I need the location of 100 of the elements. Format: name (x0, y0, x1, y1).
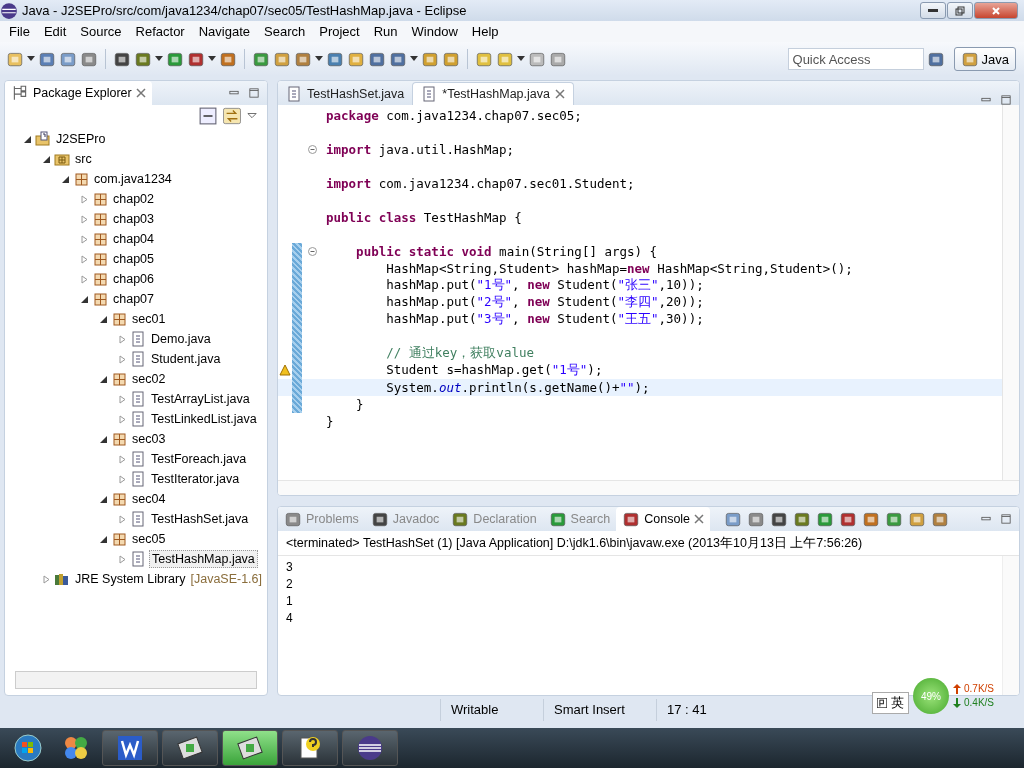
tree-item[interactable]: TestHashSet.java (149, 511, 251, 527)
tree-item[interactable]: src (73, 151, 94, 167)
collapsed-arrow-icon[interactable] (42, 574, 51, 584)
java-perspective-button[interactable]: Java (953, 47, 1016, 71)
tree-item[interactable]: TestForeach.java (149, 451, 249, 467)
view-tab[interactable]: Console (616, 507, 711, 531)
java-file-icon (130, 451, 146, 467)
collapsed-arrow-icon[interactable] (118, 354, 127, 364)
close-icon[interactable] (694, 514, 705, 524)
maximize-button[interactable] (947, 2, 973, 19)
cpu-usage-meter: 49% (913, 678, 949, 714)
expanded-arrow-icon[interactable] (99, 374, 108, 384)
dropdown-arrow-icon[interactable] (27, 56, 35, 62)
code-line: hashMap.put("3号", new Student("王五",30)); (385, 311, 704, 328)
tree-item[interactable]: sec05 (130, 531, 168, 547)
menu-item[interactable]: Run (366, 24, 405, 39)
maximize-icon (1001, 514, 1011, 524)
expanded-arrow-icon[interactable] (23, 134, 32, 144)
menu-item[interactable]: Help (464, 24, 506, 39)
collapsed-arrow-icon[interactable] (118, 454, 127, 464)
expanded-arrow-icon[interactable] (42, 154, 51, 164)
menu-item[interactable]: Edit (36, 24, 74, 39)
expanded-arrow-icon[interactable] (99, 314, 108, 324)
dropdown-arrow-icon[interactable] (410, 56, 418, 62)
taskbar-button[interactable] (342, 730, 398, 766)
menu-item[interactable]: File (2, 24, 37, 39)
collapsed-arrow-icon[interactable] (118, 414, 127, 424)
console-output-line: 1 (286, 594, 294, 610)
code-line: hashMap.put("2号", new Student("李四",20)); (385, 294, 704, 311)
input-method-indicator[interactable]: 英 (872, 692, 909, 714)
collapsed-arrow-icon[interactable] (118, 394, 127, 404)
menu-item[interactable]: Window (404, 24, 465, 39)
taskbar-button[interactable] (222, 730, 278, 766)
tree-item[interactable]: Demo.java (149, 331, 213, 347)
dropdown-arrow-icon[interactable] (315, 56, 323, 62)
editor-tab[interactable]: TestHashSet.java (278, 82, 413, 105)
tree-item[interactable]: TestLinkedList.java (149, 411, 259, 427)
close-button[interactable] (974, 2, 1018, 19)
dropdown-arrow-icon[interactable] (517, 56, 525, 62)
tree-item[interactable]: Student.java (149, 351, 223, 367)
tree-item[interactable]: sec01 (130, 311, 168, 327)
download-speed: 0.4K/S (964, 696, 995, 710)
horizontal-scrollbar[interactable] (15, 671, 257, 689)
collapsed-arrow-icon[interactable] (118, 474, 127, 484)
collapsed-arrow-icon[interactable] (118, 514, 127, 524)
menu-item[interactable]: Project (312, 24, 367, 39)
expanded-arrow-icon[interactable] (61, 174, 70, 184)
tree-item[interactable]: TestArrayList.java (149, 391, 252, 407)
tree-item[interactable]: chap02 (111, 191, 156, 207)
collapsed-arrow-icon[interactable] (80, 234, 89, 244)
code-line: public class TestHashMap { (326, 210, 522, 225)
taskbar-button[interactable] (102, 730, 158, 766)
tree-item[interactable]: chap05 (111, 251, 156, 267)
collapsed-arrow-icon[interactable] (80, 194, 89, 204)
java-file-icon (130, 551, 146, 567)
fold-icon[interactable] (307, 247, 317, 256)
tree-item[interactable]: JRE System Library (73, 571, 188, 587)
collapsed-arrow-icon[interactable] (80, 274, 89, 284)
menu-item[interactable]: Source (73, 24, 129, 39)
status-item: Writable (440, 699, 543, 721)
java-file-icon (130, 411, 146, 427)
expanded-arrow-icon[interactable] (80, 294, 89, 304)
collapsed-arrow-icon[interactable] (118, 334, 127, 344)
collapsed-arrow-icon[interactable] (118, 554, 127, 564)
close-icon[interactable] (555, 89, 565, 99)
taskbar-button[interactable] (282, 730, 338, 766)
tree-item[interactable]: TestHashMap.java (149, 550, 258, 568)
taskbar-button[interactable] (162, 730, 218, 766)
code-line: public static void main(String[] args) { (355, 244, 658, 259)
collapsed-arrow-icon[interactable] (80, 214, 89, 224)
tree-item[interactable]: chap07 (111, 291, 156, 307)
editor-tab[interactable]: *TestHashMap.java (412, 82, 574, 105)
tree-item[interactable]: chap03 (111, 211, 156, 227)
minimize-button[interactable] (920, 2, 946, 19)
menu-item[interactable]: Refactor (128, 24, 192, 39)
horizontal-scrollbar[interactable] (278, 480, 1019, 495)
package-explorer-tab[interactable]: Package Explorer (5, 81, 152, 105)
expanded-arrow-icon[interactable] (99, 534, 108, 544)
menu-item[interactable]: Navigate (191, 24, 257, 39)
close-icon[interactable] (135, 88, 146, 98)
tree-item[interactable]: sec02 (130, 371, 168, 387)
expanded-arrow-icon[interactable] (99, 434, 108, 444)
tree-item[interactable]: chap06 (111, 271, 156, 287)
tree-item[interactable]: chap04 (111, 231, 156, 247)
input-method-icon (877, 698, 887, 708)
fold-icon[interactable] (307, 145, 317, 154)
eclipse-icon (0, 1, 18, 20)
status-item: 17 : 41 (656, 699, 717, 721)
menu-item[interactable]: Search (257, 24, 313, 39)
vertical-scrollbar[interactable] (1002, 556, 1019, 695)
dropdown-arrow-icon[interactable] (155, 56, 163, 62)
quick-access-field[interactable]: Quick Access (787, 48, 924, 70)
tree-item[interactable]: sec03 (130, 431, 168, 447)
expanded-arrow-icon[interactable] (99, 494, 108, 504)
collapsed-arrow-icon[interactable] (80, 254, 89, 264)
dropdown-arrow-icon[interactable] (208, 56, 216, 62)
tree-item[interactable]: TestIterator.java (149, 471, 242, 487)
tree-item[interactable]: J2SEPro (54, 131, 108, 147)
tree-item[interactable]: com.java1234 (92, 171, 174, 187)
tree-item[interactable]: sec04 (130, 491, 168, 507)
